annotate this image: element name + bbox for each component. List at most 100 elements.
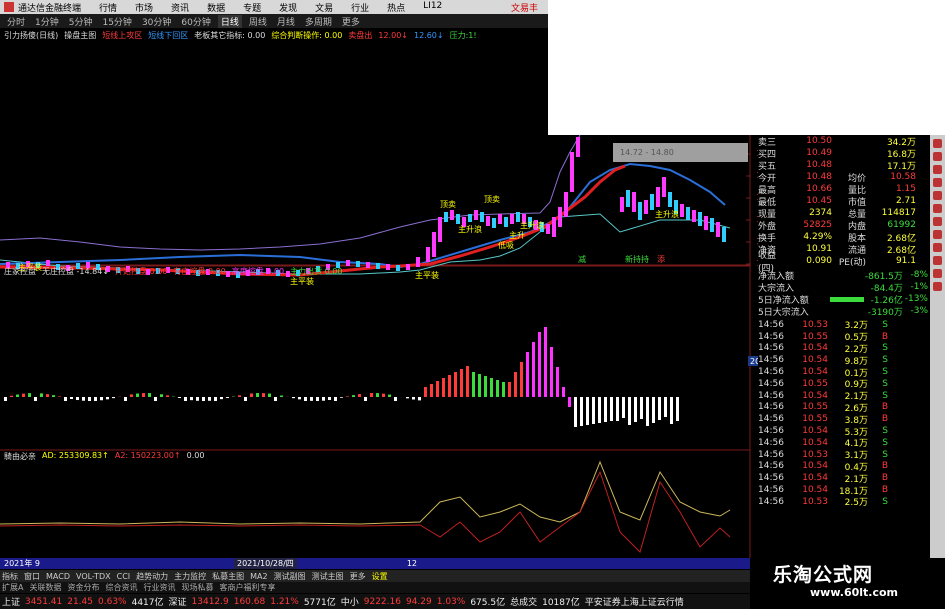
histogram-bar bbox=[520, 362, 523, 397]
quote-row: 今开 10.48 均价 10.58 bbox=[758, 171, 928, 184]
menu-item[interactable]: 专题 bbox=[243, 1, 261, 14]
tick-time: 14:56 bbox=[758, 367, 784, 378]
side-button-icon[interactable] bbox=[933, 217, 942, 226]
indicator-tab[interactable]: 指标 bbox=[2, 571, 18, 582]
info-tab[interactable]: 现场私募 bbox=[181, 582, 213, 593]
side-button-icon[interactable] bbox=[933, 243, 942, 252]
side-button-icon[interactable] bbox=[933, 152, 942, 161]
side-button-icon[interactable] bbox=[933, 230, 942, 239]
sh-index-amount: 4417亿 bbox=[131, 598, 164, 608]
histogram-bar bbox=[580, 397, 583, 426]
quote-table: 卖三 10.50 34.2万 买四 10.49 16.8万 买五 10.48 17.1万 今开 10… bbox=[758, 135, 928, 274]
indicator-value: 老板其它指标: 0.00 bbox=[194, 31, 266, 40]
sh-index-pct: 0.63% bbox=[98, 596, 127, 607]
histogram-bar bbox=[436, 381, 439, 397]
histogram-bar bbox=[544, 327, 547, 397]
menu-item[interactable]: 发现 bbox=[279, 1, 297, 14]
date-bar: 2021年 9 2021/10/28/四 12 bbox=[0, 558, 750, 569]
tick-row: 14:56 10.55 2.6万 B bbox=[758, 402, 928, 414]
side-button-icon[interactable] bbox=[933, 204, 942, 213]
side-toolbar[interactable] bbox=[930, 135, 945, 558]
histogram-bar bbox=[448, 375, 451, 397]
indicator-tab[interactable]: 测试主图 bbox=[312, 571, 344, 582]
menu-item[interactable]: 资讯 bbox=[171, 1, 189, 14]
info-tab[interactable]: 行业资讯 bbox=[143, 582, 175, 593]
candle bbox=[638, 202, 642, 220]
indicator-tab[interactable]: 主力监控 bbox=[174, 571, 206, 582]
tick-side: B bbox=[881, 331, 888, 342]
histogram-bar bbox=[136, 393, 139, 397]
side-button-icon[interactable] bbox=[933, 256, 942, 265]
sz-index-name[interactable]: 深证 bbox=[169, 595, 187, 608]
side-button-icon[interactable] bbox=[933, 178, 942, 187]
menu-item[interactable]: 市场 bbox=[135, 1, 153, 14]
menu-item[interactable]: 行业 bbox=[351, 1, 369, 14]
period-tab[interactable]: 30分钟 bbox=[139, 15, 174, 28]
menu-item[interactable]: 文易 bbox=[315, 1, 333, 14]
period-tab[interactable]: 1分钟 bbox=[32, 15, 62, 28]
indicator-tab[interactable]: VOL-TDX bbox=[76, 572, 111, 581]
tick-row: 14:56 10.53 3.1万 S bbox=[758, 449, 928, 462]
info-tab[interactable]: 关联数据 bbox=[29, 582, 61, 593]
indicator-tab[interactable]: MACD bbox=[46, 572, 70, 581]
menu-item[interactable]: 热点 bbox=[387, 1, 405, 14]
info-tab[interactable]: 扩展A bbox=[2, 582, 23, 593]
side-button-icon[interactable] bbox=[933, 139, 942, 148]
tick-side: S bbox=[882, 343, 888, 354]
info-tab[interactable]: 客商户福利专享 bbox=[219, 582, 275, 593]
candle bbox=[558, 207, 562, 227]
tick-side: B bbox=[881, 473, 888, 484]
period-tab[interactable]: 5分钟 bbox=[66, 15, 96, 28]
period-tab[interactable]: 月线 bbox=[274, 15, 298, 28]
histogram-bar bbox=[310, 397, 313, 401]
tick-row: 14:56 10.54 9.8万 S bbox=[758, 354, 928, 367]
info-tab[interactable]: 资金分布 bbox=[67, 582, 99, 593]
date-cursor: 2021/10/28/四 bbox=[234, 558, 297, 569]
tick-row: 14:56 10.54 0.1万 S bbox=[758, 366, 928, 379]
tick-price: 10.53 bbox=[802, 449, 828, 460]
tick-side: S bbox=[882, 378, 888, 389]
flow-row: 大宗流入 -84.4万 -1% bbox=[758, 281, 928, 294]
indicator-tab[interactable]: MA2 bbox=[250, 572, 267, 581]
histogram-bar bbox=[352, 395, 355, 397]
indicator-tab[interactable]: CCI bbox=[117, 572, 131, 581]
chart-area[interactable]: 15.0014.0013.0012.0011.0010.0050.0040.00… bbox=[0, 42, 758, 558]
flow-bar bbox=[830, 272, 865, 278]
candle bbox=[716, 222, 720, 237]
tick-time: 14:56 bbox=[758, 402, 784, 413]
histogram-bar bbox=[484, 376, 487, 397]
indicator-tab[interactable]: 更多 bbox=[350, 571, 366, 582]
chart-signal-label: 主平装 bbox=[290, 276, 314, 286]
menu-item[interactable]: LI12 bbox=[423, 1, 442, 14]
menu-item[interactable]: 行情 bbox=[99, 1, 117, 14]
indicator-tab[interactable]: 设置 bbox=[372, 571, 388, 582]
period-tab[interactable]: 分时 bbox=[4, 15, 28, 28]
period-tab[interactable]: 15分钟 bbox=[99, 15, 134, 28]
side-button-icon[interactable] bbox=[933, 269, 942, 278]
period-tab[interactable]: 多周期 bbox=[302, 15, 335, 28]
histogram-bar bbox=[508, 382, 511, 397]
indicator-value: 12.00↓ bbox=[378, 31, 408, 40]
title-right-label[interactable]: 文易丰 bbox=[511, 1, 538, 14]
side-button-icon[interactable] bbox=[933, 191, 942, 200]
histogram-bar bbox=[160, 394, 163, 397]
histogram-bar bbox=[550, 347, 553, 397]
tick-price: 10.54 bbox=[802, 426, 828, 437]
indicator-tab[interactable]: 私募主图 bbox=[212, 571, 244, 582]
side-button-icon[interactable] bbox=[933, 165, 942, 174]
menu-item[interactable]: 数据 bbox=[207, 1, 225, 14]
period-tab[interactable]: 60分钟 bbox=[178, 15, 213, 28]
zx-index-name[interactable]: 中小 bbox=[341, 595, 359, 608]
tick-row: 14:56 10.54 5.3万 S bbox=[758, 425, 928, 438]
sh-index-name[interactable]: 上证 bbox=[2, 595, 20, 608]
indicator-value: 12.60↓ bbox=[413, 31, 444, 40]
period-tab[interactable]: 日线 bbox=[217, 14, 242, 28]
side-button-icon[interactable] bbox=[933, 282, 942, 291]
period-tab[interactable]: 更多 bbox=[339, 15, 363, 28]
indicator-tab[interactable]: 窗口 bbox=[24, 571, 40, 582]
candle bbox=[722, 227, 726, 242]
indicator-tab[interactable]: 测试副图 bbox=[274, 571, 306, 582]
info-tab[interactable]: 综合资讯 bbox=[105, 582, 137, 593]
period-tab[interactable]: 周线 bbox=[246, 15, 270, 28]
indicator-tab[interactable]: 趋势动力 bbox=[136, 571, 168, 582]
